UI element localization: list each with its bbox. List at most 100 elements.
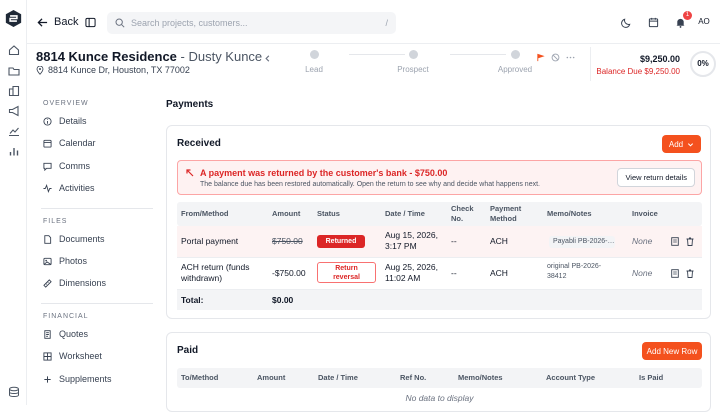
paid-card: Paid Add New Row To/Method Amount Date /… (166, 332, 711, 412)
sidebar-item-photos[interactable]: Photos (43, 256, 87, 266)
total-label: Total: (181, 295, 204, 305)
alert-title: A payment was returned by the customer's… (200, 168, 448, 178)
sidebar-item-label: Quotes (59, 329, 89, 339)
cell-amount: $750.00 (272, 236, 303, 246)
sidebar-item-label: Photos (59, 256, 88, 266)
cell-memo-line2: 38412 (547, 273, 567, 280)
cell-from-line1: ACH return (funds (181, 262, 250, 272)
chevron-left-icon[interactable] (263, 54, 272, 63)
more-horizontal-icon[interactable] (566, 53, 575, 62)
customer-name[interactable]: - Dusty Kunce (177, 49, 263, 64)
sidebar-item-label: Activities (59, 183, 95, 193)
status-line2: reversal (333, 274, 360, 281)
bar-chart-icon[interactable] (8, 145, 20, 157)
megaphone-icon[interactable] (8, 105, 20, 117)
trash-icon[interactable] (686, 237, 694, 246)
sidebar-item-label: Dimensions (59, 278, 107, 288)
add-payment-button[interactable]: Add (662, 135, 701, 153)
col-account-type: Account Type (546, 373, 596, 382)
balance-summary: $9,250.00 Balance Due $9,250.00 (596, 54, 680, 76)
total-value: $0.00 (272, 295, 294, 305)
sidebar-item-documents[interactable]: Documents (43, 234, 105, 244)
sidebar-item-activities[interactable]: Activities (43, 183, 95, 193)
col-memo: Memo/Notes (458, 373, 503, 382)
sidebar-item-quotes[interactable]: Quotes (43, 329, 88, 339)
folder-icon[interactable] (8, 65, 20, 77)
table-row[interactable]: ACH return (funds withdrawn) -$750.00 Ret… (177, 258, 702, 290)
col-check-no: Check No. (451, 204, 474, 224)
header-divider (590, 47, 591, 81)
alert-description: The balance due has been restored automa… (200, 181, 540, 188)
stage-dot (408, 50, 418, 59)
stage-lead[interactable]: Lead (289, 50, 339, 74)
receipt-icon[interactable] (671, 237, 679, 246)
quote-icon (44, 329, 51, 339)
sidebar-toggle-icon[interactable] (85, 17, 96, 28)
home-icon[interactable] (8, 44, 20, 56)
flag-icon[interactable] (536, 53, 545, 62)
col-check-line2: No. (451, 214, 464, 223)
returned-payment-alert: A payment was returned by the customer's… (177, 160, 702, 195)
chat-icon (43, 162, 52, 171)
moon-icon[interactable] (621, 17, 632, 28)
col-date-time: Date / Time (385, 209, 425, 218)
cell-method: ACH (490, 236, 508, 246)
image-icon (43, 257, 52, 265)
sidebar-item-label: Worksheet (59, 351, 102, 361)
col-date-time: Date / Time (318, 373, 358, 382)
database-icon[interactable] (8, 386, 20, 398)
cell-invoice: None (632, 236, 653, 246)
project-header: 8814 Kunce Residence - Dusty Kunce 8814 … (27, 44, 720, 84)
stage-dot (510, 50, 520, 59)
col-from-method: From/Method (181, 209, 229, 218)
app-logo-icon[interactable] (5, 9, 22, 28)
ban-icon[interactable] (551, 53, 560, 62)
sidebar-item-calendar[interactable]: Calendar (43, 138, 96, 148)
project-title: 8814 Kunce Residence (36, 49, 177, 64)
back-button[interactable]: Back (37, 16, 78, 28)
sidebar-item-comms[interactable]: Comms (43, 161, 90, 171)
trend-chart-icon[interactable] (8, 125, 20, 137)
table-row[interactable]: Portal payment $750.00 Returned Aug 15, … (177, 226, 702, 258)
stage-dot (309, 50, 319, 59)
received-title: Received (177, 138, 221, 149)
add-label: Add (668, 139, 684, 149)
stage-approved[interactable]: Approved (489, 50, 541, 74)
col-to-method: To/Method (181, 373, 219, 382)
cell-memo: Payabli PB-2026-… (549, 236, 615, 248)
add-new-row-button[interactable]: Add New Row (642, 342, 702, 360)
empty-state: No data to display (405, 393, 474, 403)
project-address: 8814 Kunce Dr, Houston, TX 77002 (36, 65, 190, 75)
cell-memo: original PB-2026- 38412 (547, 262, 601, 282)
section-title-overview: OVERVIEW (43, 100, 89, 107)
view-return-details-button[interactable]: View return details (617, 168, 695, 187)
sidebar-item-supplements[interactable]: Supplements (43, 374, 112, 384)
sidebar-item-dimensions[interactable]: Dimensions (43, 278, 106, 288)
grid-icon (43, 351, 52, 361)
stage-label: Lead (305, 65, 323, 74)
cell-method: ACH (490, 268, 508, 278)
sidebar-item-worksheet[interactable]: Worksheet (43, 351, 102, 361)
cell-amount: -$750.00 (272, 268, 306, 278)
main-content: Payments Received Add A payment was retu… (157, 84, 720, 412)
trash-icon[interactable] (686, 269, 694, 278)
stage-prospect[interactable]: Prospect (388, 50, 438, 74)
activity-icon (43, 183, 52, 193)
back-label: Back (54, 16, 79, 28)
calendar-icon (43, 139, 52, 148)
search-icon (115, 18, 125, 28)
search-input[interactable]: Search projects, customers... / (107, 12, 396, 34)
info-icon (43, 116, 52, 126)
col-amount: Amount (257, 373, 286, 382)
cell-date: Aug 25, 2026, 11:02 AM (385, 262, 438, 284)
calendar-icon[interactable] (648, 17, 659, 28)
section-title-files: FILES (43, 218, 68, 225)
payments-heading: Payments (166, 99, 214, 110)
receipt-icon[interactable] (671, 269, 679, 278)
avatar[interactable]: AO (694, 17, 714, 26)
buildings-icon[interactable] (8, 85, 20, 97)
sidebar-item-details[interactable]: Details (43, 116, 87, 126)
sidebar-divider (41, 208, 153, 209)
col-ref-no: Ref No. (400, 373, 427, 382)
project-total: $9,250.00 (639, 54, 680, 64)
